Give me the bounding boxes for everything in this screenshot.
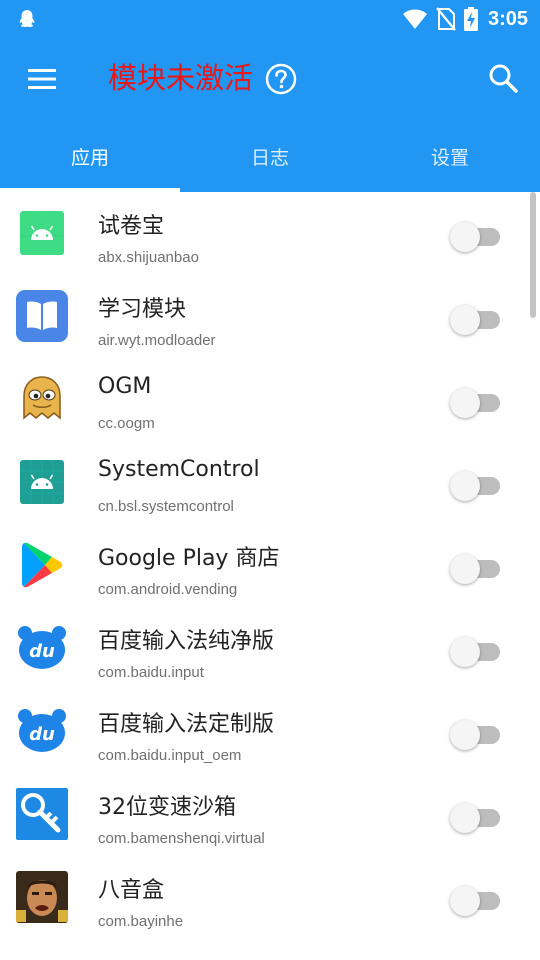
app-name: SystemControl (98, 457, 260, 482)
android-green-icon (20, 211, 64, 255)
module-toggle[interactable] (450, 884, 502, 916)
app-package: com.bayinhe (98, 913, 184, 930)
list-item[interactable]: 八音盒 com.bayinhe (0, 856, 540, 939)
app-name: OGM (98, 374, 152, 399)
app-bar: 模块未激活 (0, 38, 540, 120)
tab-logs[interactable]: 日志 (180, 120, 360, 192)
module-toggle[interactable] (450, 469, 502, 501)
module-toggle[interactable] (450, 386, 502, 418)
clock: 3:05 (487, 7, 528, 30)
app-name: 八音盒 (98, 878, 165, 903)
app-list: 试卷宝 abx.shijuanbao 学习模块 air.wyt.modloade… (0, 192, 540, 960)
app-name: 试卷宝 (98, 214, 165, 239)
list-item[interactable]: OGM cc.oogm (0, 358, 540, 441)
app-name: 学习模块 (98, 297, 187, 322)
svg-text:du: du (29, 641, 55, 662)
app-package: com.baidu.input_oem (98, 747, 242, 764)
app-package: com.bamenshenqi.virtual (98, 830, 265, 847)
module-toggle[interactable] (450, 552, 502, 584)
module-toggle[interactable] (450, 718, 502, 750)
android-teal-icon (20, 460, 64, 504)
status-bar: 3:05 (0, 0, 540, 38)
module-toggle[interactable] (450, 635, 502, 667)
app-name: 百度输入法纯净版 (98, 629, 275, 654)
list-item[interactable]: 32位变速沙箱 com.bamenshenqi.virtual (0, 773, 540, 856)
hamburger-menu-icon[interactable] (28, 68, 56, 90)
list-item[interactable]: 学习模块 air.wyt.modloader (0, 275, 540, 358)
baidu-du-icon: du (18, 626, 66, 669)
app-package: com.baidu.input (98, 664, 204, 681)
app-package: cn.bsl.systemcontrol (98, 498, 234, 515)
app-package: com.android.vending (98, 581, 238, 598)
help-icon[interactable] (265, 63, 297, 95)
app-package: abx.shijuanbao (98, 249, 199, 266)
no-sim-icon (436, 7, 456, 31)
list-item[interactable]: du 百度输入法定制版 com.baidu.input_oem (0, 690, 540, 773)
module-toggle[interactable] (450, 220, 502, 252)
key-wrench-icon (16, 788, 68, 840)
list-scrollbar[interactable] (530, 192, 536, 318)
app-name: 百度输入法定制版 (98, 712, 275, 737)
wifi-icon (402, 9, 427, 29)
svg-text:du: du (29, 724, 55, 745)
module-toggle[interactable] (450, 303, 502, 335)
baidu-du-icon: du (18, 709, 66, 752)
battery-charging-icon (463, 7, 478, 31)
list-item[interactable]: du 百度输入法纯净版 com.baidu.input (0, 607, 540, 690)
app-package: cc.oogm (98, 415, 155, 432)
ghost-icon (23, 376, 61, 420)
book-icon (16, 290, 68, 342)
app-name: Google Play 商店 (98, 546, 280, 571)
qq-icon (19, 10, 35, 28)
tab-bar: 应用 日志 设置 (0, 120, 540, 192)
face-photo-icon (16, 871, 68, 923)
google-play-icon (22, 542, 63, 588)
list-item[interactable]: 试卷宝 abx.shijuanbao (0, 192, 540, 275)
tab-settings[interactable]: 设置 (360, 120, 540, 192)
app-name: 32位变速沙箱 (98, 795, 236, 820)
tab-apps[interactable]: 应用 (0, 120, 180, 192)
list-item[interactable]: SystemControl cn.bsl.systemcontrol (0, 441, 540, 524)
list-item[interactable]: Google Play 商店 com.android.vending (0, 524, 540, 607)
module-toggle[interactable] (450, 801, 502, 833)
app-package: air.wyt.modloader (98, 332, 216, 349)
search-icon[interactable] (488, 63, 518, 93)
page-title: 模块未激活 (108, 61, 254, 95)
